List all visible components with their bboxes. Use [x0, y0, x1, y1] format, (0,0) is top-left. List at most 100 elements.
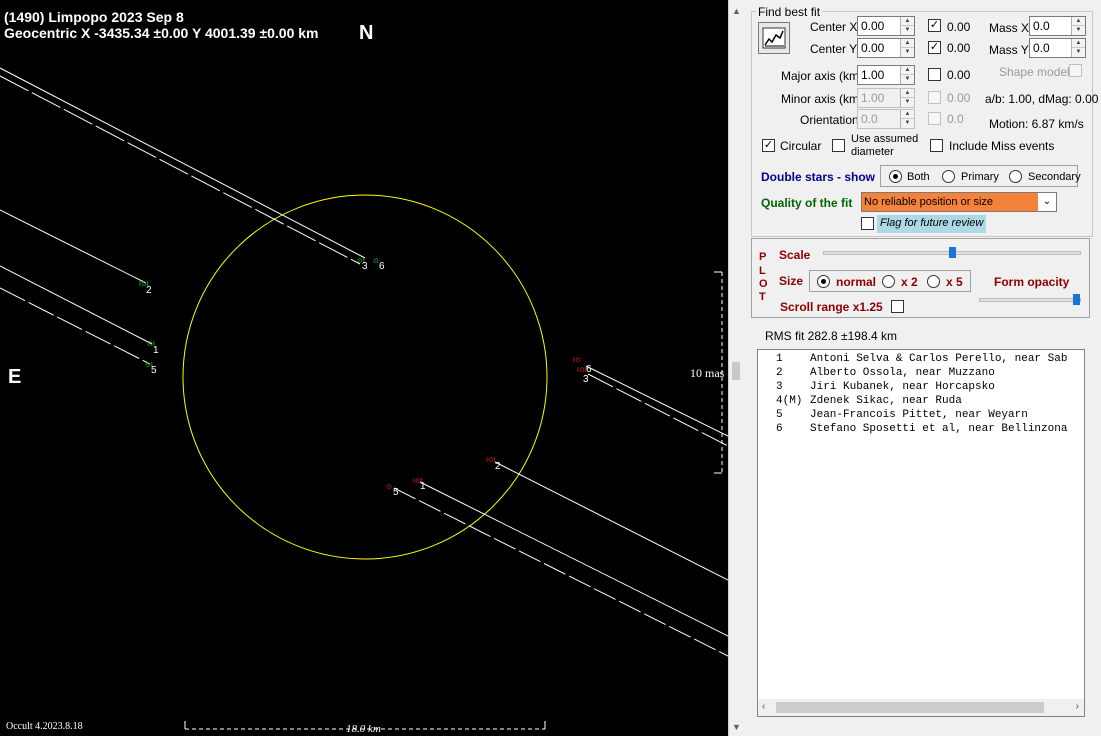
chord-line — [587, 373, 728, 447]
spin-down-icon[interactable]: ▼ — [901, 98, 914, 107]
spin-down-icon[interactable]: ▼ — [901, 119, 914, 128]
center-y-checkbox[interactable]: ✓ — [928, 41, 941, 54]
observer-list[interactable]: 1 Antoni Selva & Carlos Perello, near Sab… — [757, 349, 1085, 717]
flag-review-highlight: Flag for future review — [877, 215, 986, 233]
both-label: Both — [907, 171, 930, 183]
center-y-uncertainty: 0.00 — [947, 41, 971, 55]
reappear-marker: I⊙ — [573, 357, 581, 364]
spin-down-icon[interactable]: ▼ — [1072, 48, 1085, 57]
major-axis-uncertainty: 0.00 — [947, 68, 971, 82]
use-assumed-checkbox[interactable] — [832, 139, 845, 152]
circular-checkbox[interactable]: ✓ — [762, 139, 775, 152]
spin-down-icon[interactable]: ▼ — [1072, 26, 1085, 35]
mass-y-label: Mass Y — [989, 43, 1029, 57]
chord-label: 5 — [393, 487, 399, 498]
ab-dmag-label: a/b: 1.00, dMag: 0.00 — [985, 92, 1099, 106]
opacity-slider[interactable] — [979, 298, 1081, 302]
spin-up-icon[interactable]: ▲ — [901, 110, 914, 119]
minor-axis-checkbox[interactable] — [928, 91, 941, 104]
chord-label: 2 — [146, 285, 152, 296]
east-label: E — [8, 366, 22, 388]
center-x-uncertainty: 0.00 — [947, 20, 971, 34]
horizontal-scrollbar[interactable]: ‹ › — [758, 699, 1084, 716]
size-x2-radio[interactable] — [882, 275, 895, 288]
best-fit-button[interactable] — [758, 22, 790, 54]
minor-axis-uncertainty: 0.00 — [947, 91, 971, 105]
size-x5-radio[interactable] — [927, 275, 940, 288]
spin-down-icon[interactable]: ▼ — [901, 26, 914, 35]
north-label: N — [359, 22, 374, 44]
include-miss-checkbox[interactable] — [930, 139, 943, 152]
spin-up-icon[interactable]: ▲ — [901, 39, 914, 48]
chevron-down-icon[interactable]: ⌄ — [1038, 193, 1056, 211]
opacity-slider-thumb[interactable] — [1073, 294, 1080, 305]
chord-label: 1 — [420, 481, 426, 492]
center-x-label: Center X — [810, 20, 858, 34]
center-x-checkbox[interactable]: ✓ — [928, 19, 941, 32]
chord-line — [0, 209, 147, 284]
minor-axis-label: Minor axis (km) — [781, 92, 864, 106]
quality-dropdown[interactable]: No reliable position or size ⌄ — [861, 192, 1057, 212]
size-label: Size — [779, 274, 804, 288]
both-radio[interactable] — [889, 170, 902, 183]
center-y-spinner[interactable]: 0.00 ▲ ▼ — [857, 38, 915, 58]
version-label: Occult 4.2023.8.18 — [6, 721, 83, 732]
chord-line — [0, 67, 366, 259]
orientation-spinner[interactable]: 0.0 ▲ ▼ — [857, 109, 915, 129]
major-axis-label: Major axis (km) — [781, 69, 864, 83]
reappear-marker: ⊙ — [386, 484, 392, 491]
event-title: (1490) Limpopo 2023 Sep 8 — [4, 9, 184, 25]
chord-label: 1 — [153, 345, 159, 356]
secondary-label: Secondary — [1028, 171, 1081, 183]
orientation-uncertainty: 0.0 — [947, 112, 964, 126]
fit-panel: Find best fit Center X 0.00 ▲ ▼ ✓ 0.00 Ma… — [743, 0, 1101, 736]
flag-review-checkbox[interactable] — [861, 217, 874, 230]
scale-label: Scale — [779, 248, 811, 262]
spin-down-icon[interactable]: ▼ — [901, 75, 914, 84]
chord-line — [419, 481, 728, 637]
primary-radio[interactable] — [942, 170, 955, 183]
scroll-down-icon[interactable]: ▼ — [732, 722, 741, 732]
size-normal-radio[interactable] — [817, 275, 830, 288]
scroll-thumb[interactable] — [732, 362, 740, 380]
orientation-checkbox[interactable] — [928, 112, 941, 125]
center-x-spinner[interactable]: 0.00 ▲ ▼ — [857, 16, 915, 36]
mass-x-spinner[interactable]: 0.0 ▲ ▼ — [1029, 16, 1086, 36]
use-assumed-label: Use assumed — [851, 133, 919, 145]
chord-line — [393, 487, 728, 657]
scroll-thumb[interactable] — [776, 702, 1044, 713]
major-axis-spinner[interactable]: 1.00 ▲ ▼ — [857, 65, 915, 85]
scroll-range-label: Scroll range x1.25 — [780, 300, 883, 314]
size-x5-label: x 5 — [946, 275, 963, 289]
spin-up-icon[interactable]: ▲ — [1072, 17, 1085, 26]
spin-up-icon[interactable]: ▲ — [901, 89, 914, 98]
spin-up-icon[interactable]: ▲ — [901, 17, 914, 26]
scroll-up-icon[interactable]: ▲ — [732, 6, 741, 16]
scale-slider-thumb[interactable] — [949, 247, 956, 258]
major-axis-checkbox[interactable] — [928, 68, 941, 81]
vertical-scrollbar[interactable]: ▲ ▼ — [728, 0, 742, 736]
minor-axis-spinner[interactable]: 1.00 ▲ ▼ — [857, 88, 915, 108]
spin-up-icon[interactable]: ▲ — [1072, 39, 1085, 48]
secondary-radio[interactable] — [1009, 170, 1022, 183]
chord-label: 2 — [495, 461, 501, 472]
scroll-range-checkbox[interactable] — [891, 300, 904, 313]
mass-y-spinner[interactable]: 0.0 ▲ ▼ — [1029, 38, 1086, 58]
chord-line — [0, 265, 153, 345]
chord-line — [0, 75, 361, 265]
shape-model-checkbox[interactable] — [1069, 64, 1082, 77]
form-opacity-label: Form opacity — [994, 275, 1070, 289]
spin-up-icon[interactable]: ▲ — [901, 66, 914, 75]
chord-label: 6 — [586, 364, 592, 375]
chord-label: 6 — [379, 261, 385, 272]
shape-model-label: Shape model — [999, 65, 1070, 79]
plot-letter: O — [759, 278, 768, 290]
include-miss-label: Include Miss events — [949, 139, 1055, 153]
spin-down-icon[interactable]: ▼ — [901, 48, 914, 57]
occultation-plot[interactable]: I⊙I ⊙I ⊙I ⊙I ⊙ I⊙ I⊙I I⊙I I⊙I ⊙ 2 1 5 3 … — [0, 0, 728, 736]
orientation-label: Orientation — [800, 113, 859, 127]
size-x2-label: x 2 — [901, 275, 918, 289]
scroll-right-icon[interactable]: › — [1076, 701, 1079, 712]
scroll-left-icon[interactable]: ‹ — [762, 701, 765, 712]
mass-x-label: Mass X — [989, 21, 1030, 35]
